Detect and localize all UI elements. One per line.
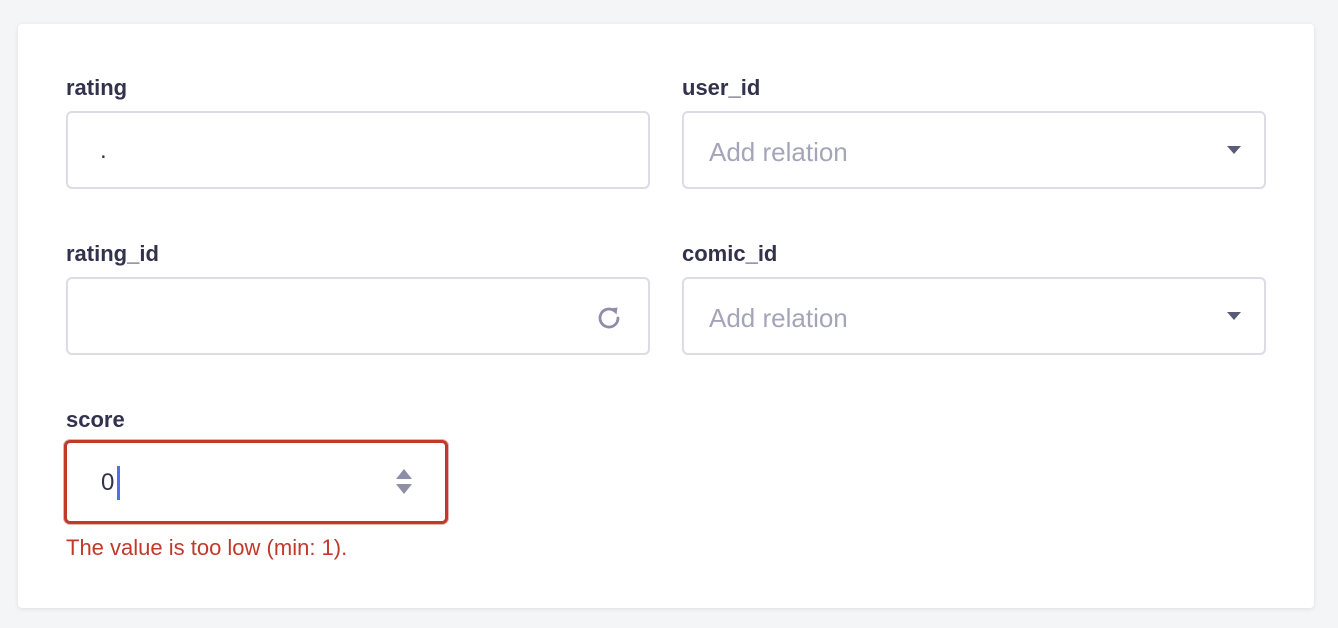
- user-id-placeholder: Add relation: [709, 137, 848, 167]
- text-cursor: [117, 466, 120, 500]
- comic-id-relation-select[interactable]: Add relation: [682, 277, 1266, 355]
- rating-value: .: [100, 137, 107, 164]
- score-error-message: The value is too low (min: 1).: [66, 535, 348, 560]
- chevron-down-icon[interactable]: [1227, 312, 1241, 320]
- comic-id-label: comic_id: [682, 241, 778, 266]
- refresh-icon[interactable]: [594, 303, 624, 333]
- score-label: score: [66, 407, 125, 432]
- score-value: 0: [101, 469, 115, 496]
- stepper-up-icon[interactable]: [396, 469, 412, 479]
- number-stepper-icon[interactable]: [395, 467, 413, 497]
- chevron-down-icon[interactable]: [1227, 146, 1241, 154]
- rating-id-input[interactable]: [66, 277, 650, 355]
- stepper-down-icon[interactable]: [396, 484, 412, 494]
- user-id-relation-select[interactable]: Add relation: [682, 111, 1266, 189]
- rating-input[interactable]: .: [66, 111, 650, 189]
- rating-label: rating: [66, 75, 128, 100]
- comic-id-placeholder: Add relation: [709, 303, 848, 333]
- score-number-input[interactable]: 0: [64, 440, 448, 524]
- user-id-label: user_id: [682, 75, 761, 100]
- form-card: rating . user_id Add relation rating_id …: [18, 24, 1314, 608]
- rating-id-label: rating_id: [66, 241, 159, 266]
